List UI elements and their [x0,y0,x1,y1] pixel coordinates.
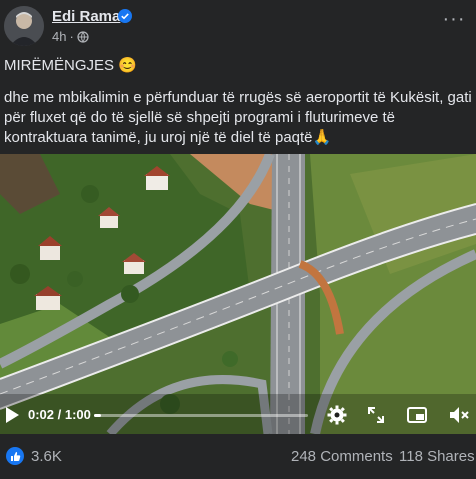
separator-dot: · [69,29,74,44]
video-player[interactable] [0,154,476,434]
verified-badge-icon [118,9,132,23]
post-text: MIRËMËNGJES 😊 dhe me mbikalimin e përfun… [4,56,474,148]
post-header: Edi Rama 4h · ··· [0,0,476,52]
more-options-icon[interactable]: ··· [442,9,466,36]
fullscreen-icon[interactable] [365,404,387,426]
volume-muted-icon[interactable] [448,404,470,426]
play-icon[interactable] [3,405,21,425]
video-progress [94,414,101,417]
video-scrubber[interactable] [94,414,308,417]
video-controls: 0:02 / 1:00 [0,398,476,434]
video-frame-aerial-highway [0,154,476,434]
avatar[interactable] [4,6,44,46]
post-time[interactable]: 4h [52,29,66,44]
post-headline: MIRËMËNGJES 😊 [4,57,137,74]
post-body: dhe me mbikalimin e përfunduar të rrugës… [4,89,472,146]
globe-icon [77,30,89,43]
settings-icon[interactable] [326,404,348,426]
avatar-image [4,6,44,46]
miniplayer-icon[interactable] [406,404,428,426]
like-icon [6,447,24,465]
shares-count[interactable]: 118 Shares [399,448,475,465]
post-stats: 3.6K 248 Comments 118 Shares [0,440,476,479]
comments-count[interactable]: 248 Comments [291,448,393,465]
post-meta: 4h · [52,29,89,44]
video-time: 0:02 / 1:00 [28,407,91,422]
author-name[interactable]: Edi Rama [52,8,120,25]
reaction-count[interactable]: 3.6K [31,448,62,465]
